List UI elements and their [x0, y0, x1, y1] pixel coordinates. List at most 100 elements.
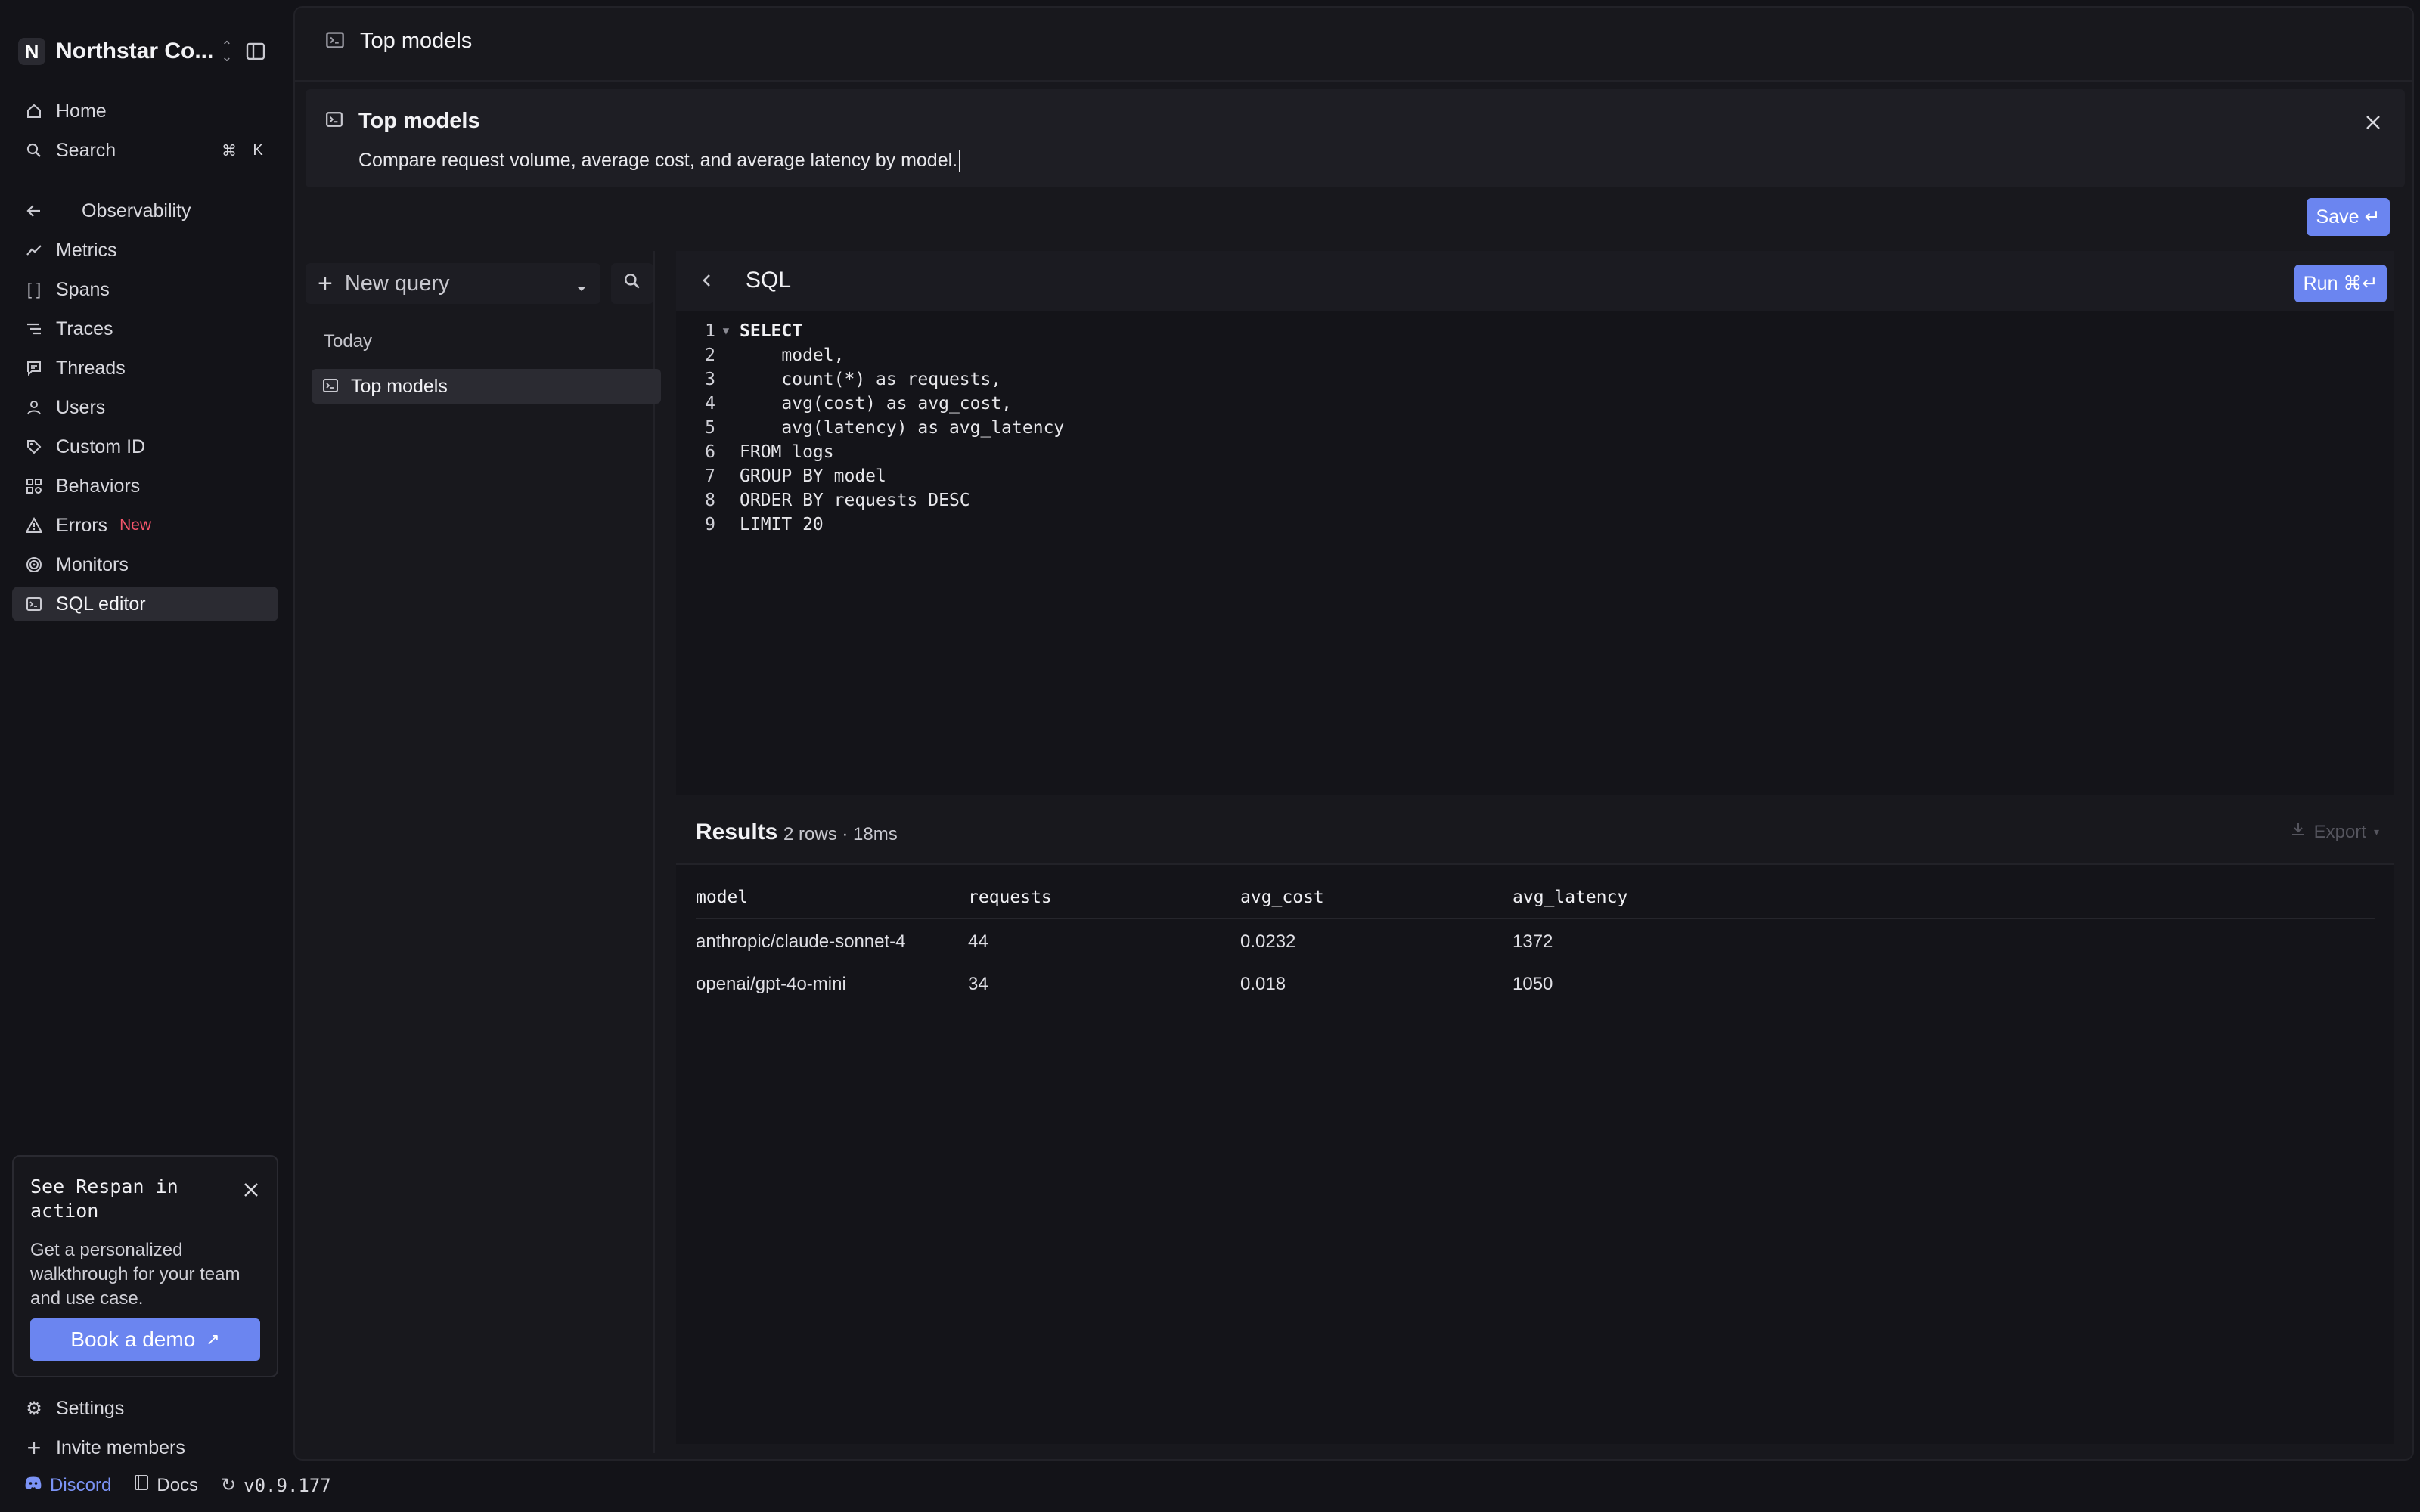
sidebar-item-invite[interactable]: + Invite members — [12, 1430, 278, 1465]
column-header[interactable]: model — [696, 888, 748, 907]
new-badge: New — [119, 516, 152, 534]
query-icon — [322, 377, 340, 395]
alert-icon — [24, 516, 44, 535]
close-icon[interactable] — [240, 1179, 262, 1201]
demo-promo-card: See Respan in action Get a personalized … — [12, 1155, 278, 1377]
sidebar-item-search[interactable]: Search ⌘ K — [12, 133, 278, 168]
table-cell: 0.0232 — [1240, 931, 1296, 952]
query-group-label: Today — [324, 331, 373, 352]
column-header[interactable]: requests — [968, 888, 1052, 907]
workspace-switcher[interactable]: N Northstar Co... ⌃ ⌄ — [18, 36, 232, 67]
code-line: 3 count(*) as requests, — [705, 370, 1002, 389]
sidebar-item-label: Invite members — [56, 1436, 185, 1458]
radar-icon — [24, 555, 44, 575]
plus-icon: + — [26, 1433, 42, 1461]
search-icon — [24, 141, 44, 160]
caret-down-icon[interactable] — [575, 277, 588, 291]
chevron-left-icon[interactable] — [696, 269, 720, 293]
code-text: count(*) as requests, — [740, 370, 1002, 389]
arrow-left-icon — [24, 201, 44, 221]
close-icon[interactable] — [2363, 112, 2385, 135]
sidebar-item-behaviors[interactable]: Behaviors — [12, 469, 278, 503]
sidebar-item-sql-editor[interactable]: SQL editor — [12, 587, 278, 621]
export-button[interactable]: Export ▾ — [2290, 821, 2379, 843]
sidebar-item-label: Users — [56, 396, 106, 418]
caret-down-icon: ▾ — [2373, 826, 2379, 838]
search-shortcut: ⌘ K — [218, 139, 269, 162]
query-search-button[interactable] — [611, 263, 653, 304]
sidebar-item-home[interactable]: Home — [12, 94, 278, 129]
book-demo-button[interactable]: Book a demo ↗ — [30, 1318, 260, 1361]
terminal-icon — [24, 594, 44, 614]
save-button[interactable]: Save ↵ — [2307, 198, 2390, 236]
code-text: SELECT — [740, 321, 803, 341]
results-title: Results — [696, 820, 778, 844]
sidebar-item-threads[interactable]: Threads — [12, 351, 278, 386]
sidebar-item-label: Traces — [56, 318, 113, 339]
column-header[interactable]: avg_latency — [1512, 888, 1627, 907]
message-icon — [24, 358, 44, 378]
code-text: LIMIT 20 — [740, 515, 824, 534]
sidebar-item-metrics[interactable]: Metrics — [12, 233, 278, 268]
chevron-up-down-icon: ⌃ ⌄ — [221, 39, 233, 64]
page-title: Top models — [360, 29, 473, 53]
code-line: 8 ORDER BY requests DESC — [705, 491, 970, 510]
editor-header: SQL Run ⌘↵ — [676, 251, 2394, 311]
docs-label: Docs — [157, 1474, 199, 1495]
table-row[interactable]: anthropic/claude-sonnet-4 44 0.0232 1372 — [696, 921, 2375, 963]
shortcut-key: K — [253, 141, 263, 159]
sidebar-item-label: Search — [56, 139, 116, 161]
back-to-observability[interactable]: Observability — [12, 194, 278, 228]
code-text: model, — [740, 345, 845, 365]
workspace-logo: N — [18, 38, 45, 65]
discord-icon — [24, 1475, 42, 1496]
table-cell: 1050 — [1512, 974, 1553, 994]
code-text: avg(cost) as avg_cost, — [740, 394, 1013, 414]
sidebar-item-label: Home — [56, 100, 107, 122]
refresh-icon: ↻ — [221, 1475, 237, 1495]
export-label: Export — [2313, 821, 2366, 842]
sidebar-item-spans[interactable]: [ ] Spans — [12, 272, 278, 307]
query-description-input[interactable]: Compare request volume, average cost, an… — [358, 150, 960, 172]
grid-icon — [24, 476, 44, 496]
run-button[interactable]: Run ⌘↵ — [2294, 265, 2387, 302]
tag-icon — [24, 437, 44, 457]
discord-link[interactable]: Discord — [24, 1475, 111, 1496]
code-line: 4 avg(cost) as avg_cost, — [705, 394, 1013, 414]
column-header[interactable]: avg_cost — [1240, 888, 1324, 907]
sidebar-item-errors[interactable]: Errors New — [12, 508, 278, 543]
docs-link[interactable]: Docs — [134, 1474, 198, 1496]
code-line: 2 model, — [705, 345, 845, 365]
table-row[interactable]: openai/gpt-4o-mini 34 0.018 1050 — [696, 963, 2375, 1005]
code-line: 1 ▼ SELECT — [705, 321, 803, 341]
footer-links: Discord Docs ↻ v0.9.177 — [24, 1474, 331, 1496]
download-icon — [2290, 821, 2307, 843]
query-description-card: Top models Compare request volume, avera… — [306, 89, 2405, 187]
query-list-item[interactable]: Top models — [312, 369, 661, 404]
code-line: 7 GROUP BY model — [705, 466, 886, 486]
sidebar-item-settings[interactable]: ⚙ Settings — [12, 1391, 278, 1426]
sidebar-item-custom-id[interactable]: Custom ID — [12, 429, 278, 464]
search-icon — [623, 272, 641, 296]
query-list-panel: + New query Today Top models — [306, 251, 661, 1453]
sql-code-editor[interactable]: 1 ▼ SELECT 2 model, 3 count(*) as requests… — [676, 311, 2394, 795]
version-label: v0.9.177 — [244, 1474, 331, 1496]
shortcut-key: ⌘ — [222, 142, 237, 160]
home-icon — [24, 101, 44, 121]
query-title-input[interactable]: Top models — [358, 109, 480, 134]
sidebar-item-users[interactable]: Users — [12, 390, 278, 425]
new-query-button[interactable]: + New query — [306, 263, 600, 304]
version-info[interactable]: ↻ v0.9.177 — [221, 1474, 331, 1496]
table-cell: anthropic/claude-sonnet-4 — [696, 931, 906, 952]
results-table-header: model requests avg_cost avg_latency — [696, 877, 2375, 919]
sidebar-toggle-icon[interactable] — [239, 36, 272, 67]
brackets-icon: [ ] — [26, 280, 42, 299]
table-cell: 1372 — [1512, 931, 1553, 952]
fold-arrow-icon[interactable]: ▼ — [715, 325, 737, 337]
results-header: Results 2 rows · 18ms Export ▾ — [676, 801, 2394, 865]
sidebar-item-monitors[interactable]: Monitors — [12, 547, 278, 582]
code-line: 9 LIMIT 20 — [705, 515, 824, 534]
sidebar-item-traces[interactable]: Traces — [12, 311, 278, 346]
demo-card-body: Get a personalized walkthrough for your … — [30, 1240, 240, 1309]
table-cell: 44 — [968, 931, 988, 952]
